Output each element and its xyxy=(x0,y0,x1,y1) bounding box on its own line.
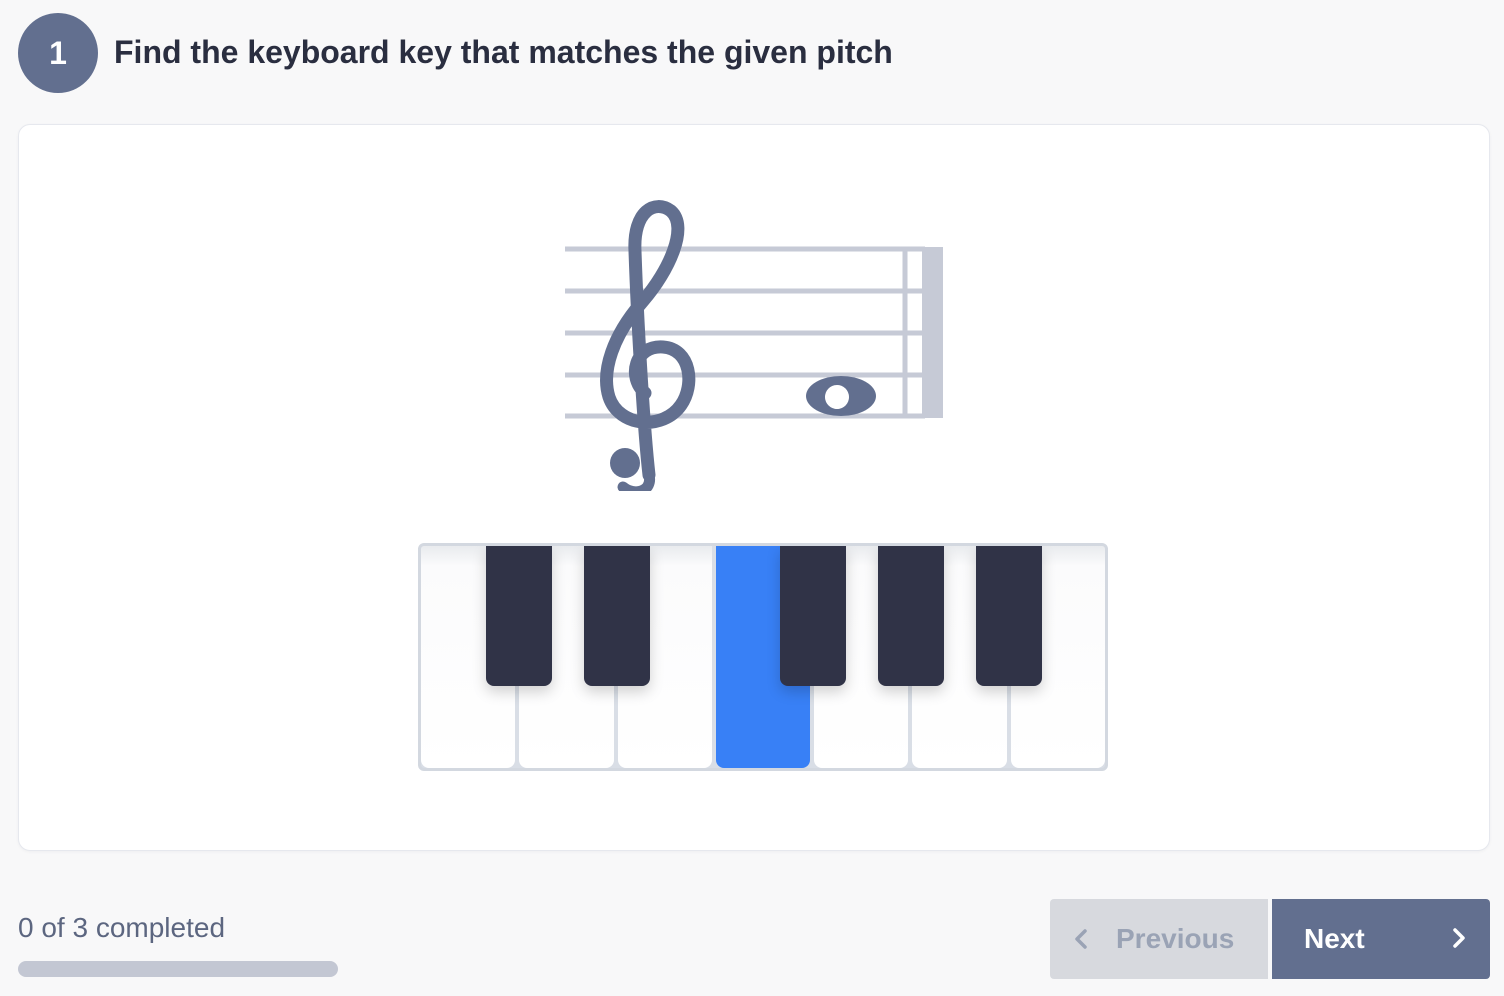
step-number: 1 xyxy=(49,34,67,71)
progress-bar xyxy=(18,961,338,977)
chevron-left-icon xyxy=(1075,929,1087,949)
black-key-1[interactable] xyxy=(486,546,552,686)
music-staff xyxy=(565,200,943,491)
piano-keyboard xyxy=(418,543,1108,771)
black-key-2[interactable] xyxy=(584,546,650,686)
black-key-3[interactable] xyxy=(780,546,846,686)
end-barline-thick xyxy=(922,247,943,418)
previous-label: Previous xyxy=(1116,923,1235,954)
black-key-5[interactable] xyxy=(976,546,1042,686)
whole-note xyxy=(806,376,876,416)
progress-label: 0 of 3 completed xyxy=(18,912,226,943)
chevron-right-icon xyxy=(1453,928,1465,948)
previous-button[interactable]: Previous xyxy=(1050,899,1268,979)
question-title: Find the keyboard key that matches the g… xyxy=(114,34,893,70)
exercise-card xyxy=(18,124,1490,851)
step-number-badge: 1 xyxy=(18,13,98,93)
next-button[interactable]: Next xyxy=(1272,899,1490,979)
black-key-4[interactable] xyxy=(878,546,944,686)
next-label: Next xyxy=(1304,923,1365,954)
